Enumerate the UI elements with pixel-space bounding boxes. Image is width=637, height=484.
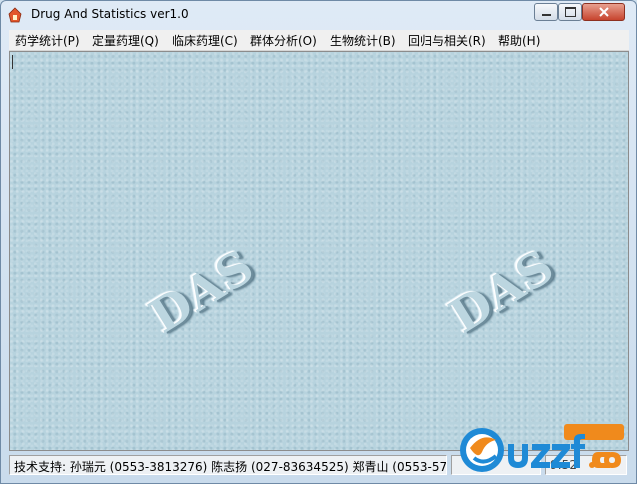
window-title: Drug And Statistics ver1.0 [31, 7, 189, 21]
menu-bar: 药学统计(P) 定量药理(Q) 临床药理(C) 群体分析(O) 生物统计(B) … [9, 30, 629, 51]
menu-help[interactable]: 帮助(H) [498, 32, 540, 49]
close-button[interactable] [582, 3, 625, 21]
close-icon [598, 7, 609, 17]
minimize-button[interactable] [534, 3, 558, 21]
workspace[interactable]: DAS DAS [9, 51, 629, 451]
menu-pharmacy-statistics[interactable]: 药学统计(P) [15, 32, 80, 49]
maximize-icon [564, 7, 576, 17]
text-caret [12, 55, 13, 69]
das-watermark-left: DAS [140, 238, 264, 344]
das-watermark-right: DAS [440, 238, 564, 344]
title-bar[interactable]: Drug And Statistics ver1.0 [1, 1, 636, 29]
menu-population-analysis[interactable]: 群体分析(O) [250, 32, 317, 49]
menu-biostatistics[interactable]: 生物统计(B) [330, 32, 396, 49]
menu-quantitative-pharmacology[interactable]: 定量药理(Q) [92, 32, 159, 49]
status-support-contacts: 技术支持: 孙瑞元 (0553-3813276) 陈志扬 (027-836345… [9, 455, 447, 475]
menu-clinical-pharmacology[interactable]: 临床药理(C) [172, 32, 238, 49]
app-icon[interactable] [8, 7, 22, 23]
app-window: Drug And Statistics ver1.0 药学统计(P) 定量药理(… [0, 0, 637, 484]
menu-regression-correlation[interactable]: 回归与相关(R) [408, 32, 486, 49]
uzzf-logo-overlay [460, 424, 624, 472]
maximize-button[interactable] [558, 3, 582, 21]
minimize-icon [541, 14, 551, 16]
